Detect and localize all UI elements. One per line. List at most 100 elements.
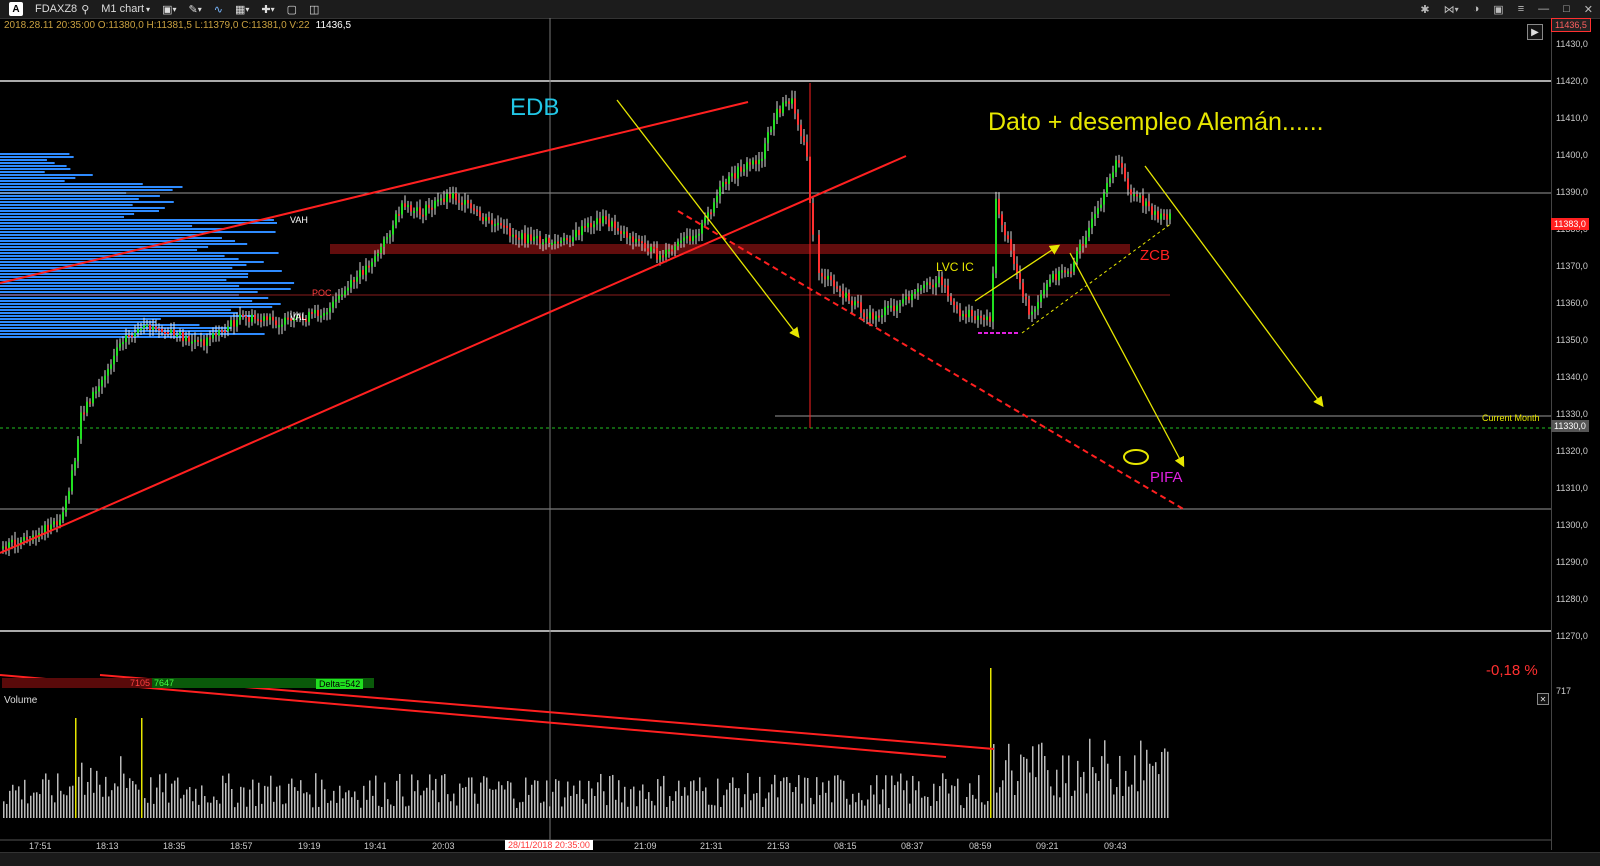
volume-bar xyxy=(606,805,608,818)
candle-body xyxy=(152,326,154,330)
candle-body xyxy=(284,317,286,325)
channel-line[interactable] xyxy=(1021,222,1173,334)
layout-button[interactable]: ◫ xyxy=(303,0,325,18)
volume-bar xyxy=(342,798,344,818)
price-axis[interactable]: 11430,011420,011410,011400,011390,011380… xyxy=(1551,18,1600,850)
window-icon: ▢ xyxy=(286,3,297,16)
volume-bar xyxy=(57,773,59,818)
volume-bar xyxy=(189,787,191,818)
candle-body xyxy=(527,234,529,244)
profile-bar xyxy=(0,306,273,308)
drawing-tools-button[interactable]: ✎ ▾ xyxy=(182,0,207,18)
candle-body xyxy=(971,309,973,317)
candle-body xyxy=(260,319,262,322)
candle-body xyxy=(695,235,697,238)
time-axis-label: 18:35 xyxy=(163,841,186,851)
timeframe-dropdown[interactable]: M1 chart ▾ xyxy=(95,0,156,18)
tools-button[interactable]: ✱ xyxy=(1413,0,1436,18)
sync-button[interactable]: ⋈ ▾ xyxy=(1437,0,1466,18)
candle-body xyxy=(320,315,322,318)
chart-canvas[interactable] xyxy=(0,18,1551,852)
volume-bar xyxy=(927,796,929,818)
candle-body xyxy=(692,236,694,242)
window-button[interactable]: ▢ xyxy=(281,0,303,18)
screenshot-button[interactable]: ▣ xyxy=(1486,0,1510,18)
volume-bar xyxy=(921,797,923,818)
candle-body xyxy=(119,343,121,348)
price-candles xyxy=(2,90,1171,557)
arrow-annotation[interactable] xyxy=(1069,252,1185,468)
candle-body xyxy=(818,234,820,273)
candle-body xyxy=(800,124,802,137)
trendline-dashed[interactable] xyxy=(677,210,1186,511)
volume-bar xyxy=(945,778,947,818)
chart-style-button[interactable]: ▣ ▾ xyxy=(156,0,182,18)
candle-body xyxy=(833,280,835,287)
arrow-annotation[interactable] xyxy=(974,244,1061,302)
time-axis-label: 09:21 xyxy=(1036,841,1059,851)
menu-button[interactable]: ≡ xyxy=(1511,0,1531,18)
candle-body xyxy=(779,108,781,114)
candle-body xyxy=(398,213,400,216)
candle-body xyxy=(563,237,565,241)
candle-body xyxy=(626,231,628,238)
volume-bar xyxy=(3,801,5,818)
profile-bar xyxy=(0,183,143,185)
profile-bar xyxy=(0,291,258,293)
volume-bar xyxy=(1155,762,1157,818)
maximize-button[interactable]: □ xyxy=(1556,0,1577,18)
candle-body xyxy=(716,195,718,203)
close-volume-button[interactable]: ✕ xyxy=(1537,693,1549,705)
candle-body xyxy=(1148,201,1150,207)
candle-body xyxy=(134,333,136,337)
candle-body xyxy=(704,217,706,224)
volume-bar xyxy=(1065,783,1067,818)
candle-body xyxy=(224,330,226,333)
candle-body xyxy=(863,312,865,317)
arrows[interactable] xyxy=(616,99,1324,468)
candle-body xyxy=(176,334,178,337)
candle-body xyxy=(218,330,220,336)
candle-body xyxy=(1016,263,1018,274)
arrow-annotation[interactable] xyxy=(616,99,800,339)
templates-button[interactable]: ▦ ▾ xyxy=(229,0,255,18)
crosshair-button[interactable]: ✚ ▾ xyxy=(255,0,280,18)
chart-toolbar: A FDAXZ8 ⚲ M1 chart ▾ ▣ ▾ ✎ ▾ ∿ ▦ ▾ ✚ ▾ ▢ ◫ ✱ … xyxy=(0,0,1600,19)
candle-body xyxy=(236,319,238,327)
pifa-ellipse[interactable] xyxy=(1123,449,1149,465)
price-axis-label: 11320,0 xyxy=(1556,446,1588,456)
candle-body xyxy=(149,324,151,330)
candle-body xyxy=(989,316,991,322)
volume-bar xyxy=(510,782,512,818)
alert-button[interactable]: ◑ xyxy=(1466,0,1487,18)
time-axis-label: 19:19 xyxy=(298,841,321,851)
volume-bar xyxy=(354,791,356,818)
drawings[interactable] xyxy=(0,83,1186,554)
candle-body xyxy=(314,310,316,314)
candle-body xyxy=(5,546,7,550)
minimize-button[interactable]: — xyxy=(1531,0,1556,18)
collapse-panel-button[interactable]: ▶ xyxy=(1527,24,1543,40)
horizontal-scrollbar[interactable] xyxy=(0,852,1600,866)
candle-body xyxy=(128,335,130,338)
candle-body xyxy=(74,461,76,471)
trendline-lower[interactable] xyxy=(0,155,907,554)
candle-body xyxy=(851,300,853,306)
close-button[interactable]: ✕ xyxy=(1577,0,1600,18)
volume-bar xyxy=(624,786,626,818)
arrow-annotation[interactable] xyxy=(1144,165,1324,408)
minimize-icon: — xyxy=(1538,3,1550,15)
volume-bar xyxy=(306,792,308,818)
candle-body xyxy=(1022,282,1024,297)
volume-bar xyxy=(315,773,317,818)
volume-bar xyxy=(954,786,956,818)
volume-bar xyxy=(447,794,449,818)
indicators-button[interactable]: ∿ xyxy=(208,0,229,18)
candle-body xyxy=(842,291,844,298)
volume-bar xyxy=(873,794,875,818)
volume-bar xyxy=(1050,786,1052,818)
symbol-selector[interactable]: FDAXZ8 ⚲ xyxy=(29,0,95,18)
volume-bar xyxy=(216,800,218,818)
volume-bar xyxy=(885,775,887,818)
candle-body xyxy=(206,337,208,346)
